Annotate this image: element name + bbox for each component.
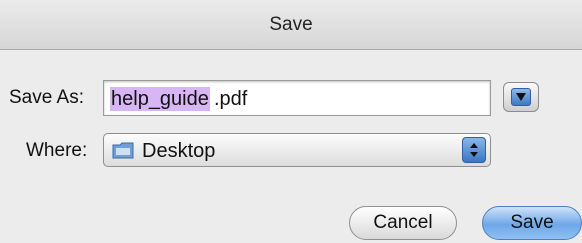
popup-arrows-icon [462, 137, 486, 163]
where-value: Desktop [142, 140, 216, 162]
title-bar: Save [0, 0, 582, 50]
filename-selected-text: help_guide [110, 87, 210, 111]
where-label: Where: [26, 140, 88, 161]
disclosure-triangle-icon [511, 88, 531, 106]
save-as-label: Save As: [9, 87, 84, 108]
where-popup[interactable]: Desktop [103, 133, 491, 167]
filename-extension: .pdf [214, 88, 248, 110]
expand-dialog-button[interactable] [503, 82, 539, 112]
filename-input[interactable]: help_guide .pdf [103, 80, 491, 116]
save-button[interactable]: Save [482, 206, 582, 240]
cancel-button[interactable]: Cancel [349, 206, 457, 240]
window-title: Save [269, 14, 313, 35]
desktop-folder-icon [112, 142, 134, 159]
